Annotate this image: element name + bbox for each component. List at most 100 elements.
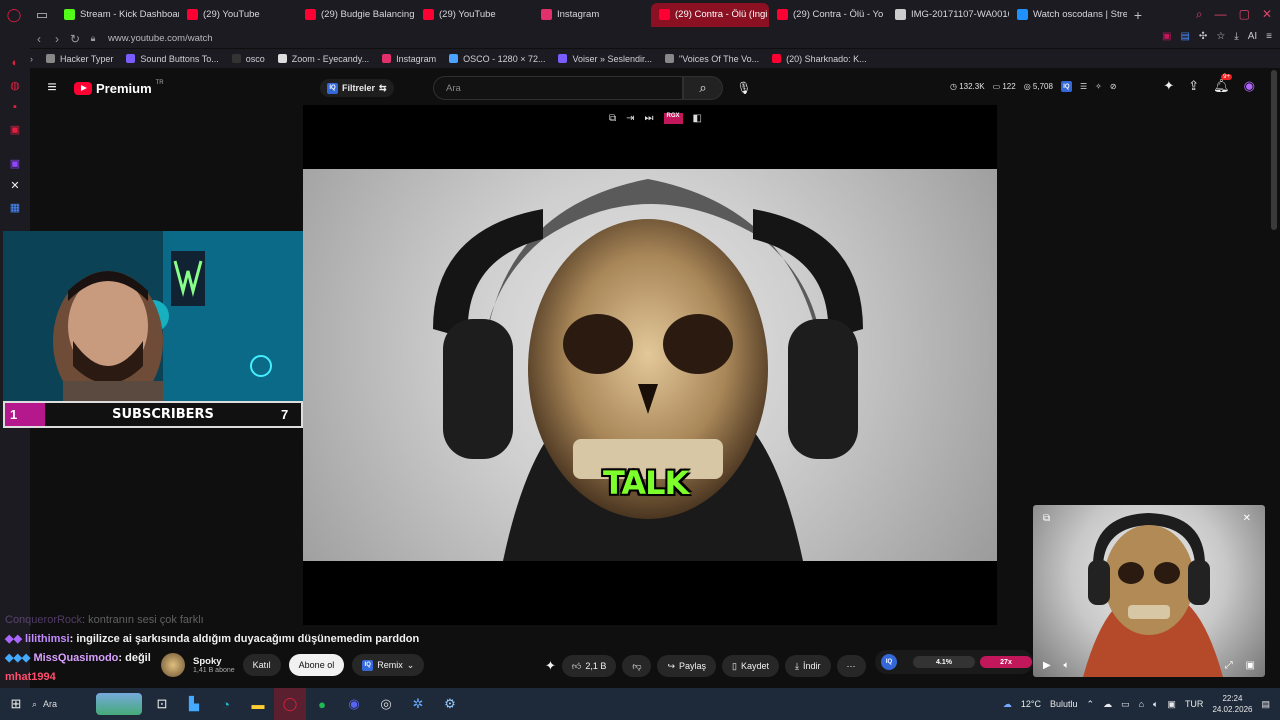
popout-icon[interactable]: ⇥: [626, 113, 634, 124]
browser-tab[interactable]: (29) YouTube: [415, 3, 533, 27]
forward-icon[interactable]: ›: [48, 32, 66, 46]
join-button[interactable]: Katıl: [242, 654, 281, 676]
mini-play-icon[interactable]: ▶ 🔈︎: [1043, 660, 1069, 671]
mini-expand-icon[interactable]: ⧉: [1043, 513, 1050, 524]
bookmark-item[interactable]: OSCO - 1280 × 72...: [449, 54, 545, 64]
bookmark-item[interactable]: Sound Buttons To...: [126, 54, 219, 64]
video-player[interactable]: ⧉ ⇥ ⏭ RGX ◧ TALK: [303, 105, 997, 625]
browser-tab[interactable]: (29) Contra - Ölü (Ingi: [651, 2, 769, 27]
new-tab-button[interactable]: +: [1127, 7, 1149, 23]
mini-resize-icon[interactable]: ⤢: [1225, 660, 1233, 671]
channel-name[interactable]: Spoky: [193, 656, 235, 667]
download-button[interactable]: ⤓ İndir: [785, 655, 831, 677]
pin-icon[interactable]: ✧: [1095, 82, 1102, 91]
browser-tab[interactable]: IMG-20171107-WA0016.j: [887, 3, 1009, 27]
twitch-icon[interactable]: ▣: [0, 152, 30, 174]
iq-ext-icon[interactable]: IQ: [881, 654, 897, 670]
cloud-icon[interactable]: ☁: [1103, 699, 1112, 710]
bookmark-item[interactable]: "Voices Of The Vo...: [665, 54, 759, 64]
ai-icon[interactable]: AI: [1248, 31, 1257, 42]
weather-label[interactable]: Bulutlu: [1050, 699, 1078, 709]
maximize-button[interactable]: ▢: [1239, 7, 1250, 22]
obs-icon[interactable]: ◎: [370, 688, 402, 720]
more-button[interactable]: ⋯: [836, 655, 866, 677]
app-settings-icon[interactable]: ✲: [402, 688, 434, 720]
link-icon[interactable]: ⊘: [1110, 82, 1117, 91]
edge-icon[interactable]: ◔: [210, 688, 242, 720]
list-icon[interactable]: ☰: [1080, 82, 1087, 91]
gear-icon[interactable]: ✦: [545, 658, 556, 674]
explorer-icon[interactable]: ▙: [178, 688, 210, 720]
subscribe-button[interactable]: Abone ol: [288, 654, 345, 676]
tab-menu-icon[interactable]: ▭: [28, 0, 56, 29]
iq-stat-icon[interactable]: IQ: [1060, 81, 1072, 92]
dislike-button[interactable]: 👎︎: [622, 655, 652, 677]
channel-avatar[interactable]: [161, 653, 185, 677]
search-input[interactable]: Ara: [433, 76, 683, 100]
bookmark-item[interactable]: Voiser » Seslendir...: [558, 54, 652, 64]
video-frame[interactable]: TALK: [303, 169, 997, 561]
minimize-button[interactable]: —: [1215, 7, 1227, 22]
opera-taskbar-icon[interactable]: ◯: [274, 688, 306, 720]
screenshot-icon[interactable]: ⧉: [609, 113, 616, 124]
tray-chevron-icon[interactable]: ⌃: [1087, 699, 1095, 710]
next-icon[interactable]: ⏭: [645, 113, 654, 124]
browser-tab[interactable]: (29) YouTube: [179, 3, 297, 27]
weather-temp[interactable]: 12°C: [1021, 699, 1041, 709]
bookmark-star-icon[interactable]: ☆: [1216, 31, 1225, 42]
browser-tab[interactable]: Instagram: [533, 3, 651, 27]
download-icon[interactable]: ⤓: [1234, 31, 1238, 42]
filter-button[interactable]: IQ Filtreler ⇆: [320, 79, 394, 97]
bookmark-item[interactable]: Zoom - Eyecandy...: [277, 54, 369, 64]
app-icon[interactable]: ▦: [0, 196, 30, 218]
extension-icon[interactable]: ▣: [1162, 31, 1171, 42]
speed-indicator[interactable]: 27x: [980, 656, 1032, 668]
share-button[interactable]: ↪ Paylaş: [657, 655, 717, 677]
guide-menu-icon[interactable]: ≡: [30, 79, 74, 97]
tray-app-icon[interactable]: ▣: [1167, 699, 1176, 710]
folder-icon[interactable]: ▬: [242, 688, 274, 720]
browser-tab[interactable]: Watch oscodans | Strea: [1009, 3, 1127, 27]
puzzle-icon[interactable]: ✣: [1199, 31, 1207, 42]
menu-icon[interactable]: ≡: [1266, 31, 1272, 42]
monitor-icon[interactable]: ▭: [1121, 699, 1130, 710]
steam-icon[interactable]: ⚙: [434, 688, 466, 720]
bookmark-item[interactable]: Hacker Typer: [46, 54, 113, 64]
bookmark-item[interactable]: Instagram: [382, 54, 436, 64]
messenger-icon[interactable]: ◍: [0, 74, 30, 96]
network-icon[interactable]: ⌂: [1139, 699, 1144, 709]
youtube-logo[interactable]: Premium TR: [74, 80, 164, 96]
taskbar-search[interactable]: ⌕ Ara: [32, 688, 92, 720]
create-icon[interactable]: ✦: [1163, 78, 1174, 94]
mini-close-icon[interactable]: ✕: [1243, 513, 1251, 524]
save-button[interactable]: ▯ Kaydet: [722, 655, 780, 677]
back-icon[interactable]: ‹: [30, 32, 48, 46]
url-field[interactable]: www.youtube.com/watch: [108, 33, 213, 44]
like-button[interactable]: 👍︎ 2,1 B: [561, 655, 617, 677]
reload-icon[interactable]: ↻: [66, 32, 84, 46]
x-icon[interactable]: ✕: [0, 174, 30, 196]
close-window-button[interactable]: ✕: [1262, 7, 1272, 22]
opera-logo-icon[interactable]: ◯: [0, 0, 28, 29]
account-avatar[interactable]: ◉: [1244, 78, 1255, 94]
notifications-icon[interactable]: 🔔︎ 9+: [1213, 74, 1232, 94]
music-icon[interactable]: ▣: [0, 118, 30, 140]
bookmarks-chevron-icon[interactable]: ›: [30, 54, 33, 64]
mini-fullscreen-icon[interactable]: ▣: [1246, 660, 1255, 671]
theater-icon[interactable]: ◧: [693, 113, 702, 124]
spotify-icon[interactable]: ●: [306, 688, 338, 720]
bookmark-item[interactable]: osco: [231, 54, 265, 64]
browser-tab[interactable]: (29) Contra - Ölü - Yo: [769, 3, 887, 27]
chat-icon[interactable]: ▪: [0, 96, 30, 118]
mini-player[interactable]: ✕ ⧉ ▶ 🔈︎ ⤢ ▣: [1033, 505, 1265, 677]
browser-tab[interactable]: Stream - Kick Dashboard: [56, 3, 179, 27]
page-scrollbar[interactable]: [1271, 70, 1277, 230]
discord-icon[interactable]: ◉: [338, 688, 370, 720]
start-icon[interactable]: ⊞: [0, 688, 32, 720]
language-indicator[interactable]: TUR: [1185, 699, 1204, 709]
voice-search-icon[interactable]: 🎙︎: [733, 77, 755, 99]
volume-icon[interactable]: 🔈︎: [1153, 699, 1158, 710]
upload-icon[interactable]: ⇪: [1188, 78, 1199, 94]
remix-button[interactable]: IQ Remix ⌄: [352, 654, 425, 676]
loop-badge[interactable]: RGX: [663, 113, 683, 124]
